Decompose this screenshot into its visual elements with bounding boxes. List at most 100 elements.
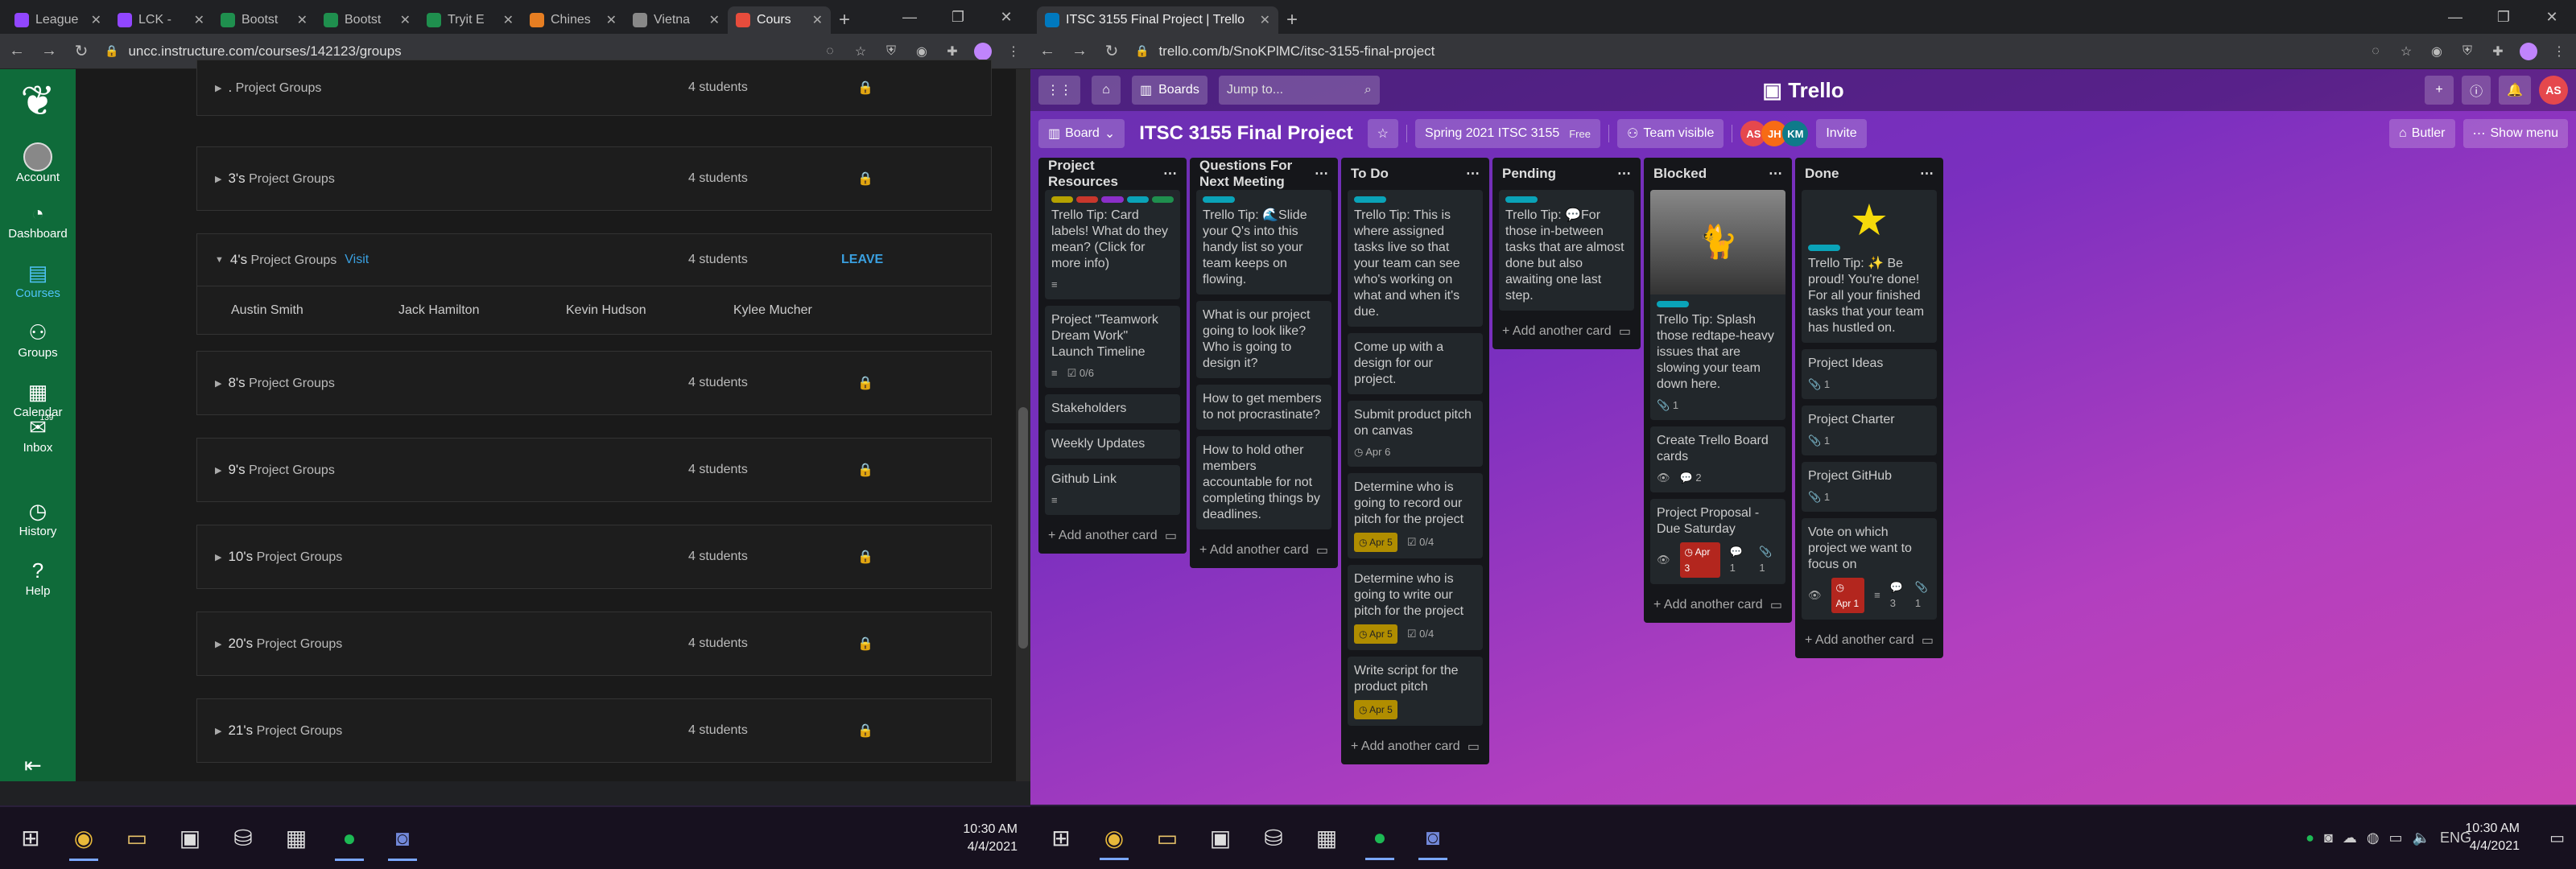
minimize-icon[interactable]: — bbox=[2431, 0, 2479, 34]
spotify-tray-icon[interactable]: ● bbox=[2306, 830, 2314, 846]
card-label[interactable] bbox=[1203, 196, 1235, 203]
new-tab-icon[interactable]: + bbox=[831, 6, 858, 34]
invite-button[interactable]: Invite bbox=[1816, 119, 1867, 148]
board-view-button[interactable]: ▥ Board ⌄ bbox=[1038, 119, 1125, 148]
close-icon[interactable]: ✕ bbox=[297, 12, 308, 28]
scroll-thumb[interactable] bbox=[1018, 407, 1028, 649]
add-card-button[interactable]: + Add another card ▭ bbox=[1802, 626, 1937, 652]
extension-icon[interactable]: ◉ bbox=[913, 43, 931, 60]
card[interactable]: Trello Tip: 💬For those in-between tasks … bbox=[1499, 190, 1634, 311]
card[interactable]: Create Trello Board cards 👁 💬 2 bbox=[1650, 426, 1785, 492]
more-icon[interactable]: ⋯ bbox=[1466, 166, 1480, 182]
caret-right-icon[interactable]: ▶ bbox=[215, 83, 221, 93]
card-label[interactable] bbox=[1505, 196, 1538, 203]
volume-icon[interactable]: 🔈 bbox=[2413, 830, 2430, 846]
card[interactable]: Vote on which project we want to focus o… bbox=[1802, 518, 1937, 620]
collapse-nav-icon[interactable]: ⇤ bbox=[24, 753, 42, 778]
discord-icon[interactable]: ◙ bbox=[1410, 815, 1455, 860]
tab-0[interactable]: League ✕ bbox=[6, 6, 109, 34]
caret-right-icon[interactable]: ▶ bbox=[215, 639, 221, 649]
eye-off-icon[interactable]: ◌ bbox=[821, 43, 839, 60]
close-icon[interactable]: ✕ bbox=[606, 12, 617, 28]
list-title[interactable]: Pending bbox=[1502, 166, 1556, 182]
member-name[interactable]: Austin Smith bbox=[197, 303, 365, 318]
card[interactable]: Determine who is going to write our pitc… bbox=[1348, 565, 1483, 650]
create-icon[interactable]: + bbox=[2425, 76, 2454, 105]
network-icon[interactable]: ⛁ bbox=[1251, 815, 1296, 860]
terminal-icon[interactable]: ▣ bbox=[167, 816, 213, 861]
card[interactable]: Weekly Updates bbox=[1045, 430, 1180, 459]
card[interactable]: Project Ideas 📎 1 bbox=[1802, 349, 1937, 399]
card-label[interactable] bbox=[1657, 301, 1689, 307]
card[interactable]: Project Proposal -Due Saturday 👁 ◷ Apr 3 💬 … bbox=[1650, 499, 1785, 584]
add-card-button[interactable]: + Add another card ▭ bbox=[1045, 521, 1180, 547]
card[interactable]: Project "Teamwork Dream Work" Launch Tim… bbox=[1045, 306, 1180, 388]
template-icon[interactable]: ▭ bbox=[1922, 632, 1934, 649]
profile-avatar[interactable] bbox=[2520, 42, 2537, 60]
group-row[interactable]: ▶ 10's Project Groups 4 students 🔒 bbox=[196, 525, 992, 589]
card[interactable]: Trello Tip: Card labels! What do they me… bbox=[1045, 190, 1180, 299]
caret-right-icon[interactable]: ▶ bbox=[215, 378, 221, 389]
extension-icon[interactable]: ◉ bbox=[2428, 43, 2446, 60]
boards-button[interactable]: ▥ Boards bbox=[1132, 76, 1208, 105]
close-icon[interactable]: ✕ bbox=[1260, 12, 1270, 28]
nav-inbox[interactable]: 139 ✉ Inbox bbox=[0, 414, 76, 488]
spotify-icon[interactable]: ● bbox=[327, 816, 372, 861]
home-icon[interactable]: ⌂ bbox=[1092, 76, 1121, 105]
nav-account[interactable]: Account bbox=[0, 142, 76, 190]
tab-1[interactable]: LCK - ✕ bbox=[109, 6, 213, 34]
restore-icon[interactable]: ❐ bbox=[2479, 0, 2528, 34]
group-row[interactable]: ▶ 3's Project Groups 4 students 🔒 bbox=[196, 146, 992, 211]
steam-icon[interactable]: ◍ bbox=[2367, 830, 2380, 846]
caret-right-icon[interactable]: ▶ bbox=[215, 174, 221, 184]
star-icon[interactable]: ☆ bbox=[852, 43, 869, 60]
card-label[interactable] bbox=[1076, 196, 1099, 203]
nav-courses[interactable]: ▤ Courses bbox=[0, 259, 76, 309]
card-label[interactable] bbox=[1808, 245, 1840, 251]
card[interactable]: Github Link ≡ bbox=[1045, 465, 1180, 515]
more-icon[interactable]: ⋯ bbox=[1769, 166, 1782, 182]
card-label[interactable] bbox=[1354, 196, 1386, 203]
notifications-icon[interactable]: ▭ bbox=[2549, 828, 2565, 848]
calculator-icon[interactable]: ▦ bbox=[274, 816, 319, 861]
member-avatar[interactable]: KM bbox=[1782, 121, 1809, 146]
card[interactable]: Trello Tip: 🌊Slide your Q's into this ha… bbox=[1196, 190, 1331, 294]
calculator-icon[interactable]: ▦ bbox=[1304, 815, 1349, 860]
minimize-icon[interactable]: — bbox=[886, 0, 934, 34]
card[interactable]: Stakeholders bbox=[1045, 394, 1180, 423]
tab-5[interactable]: Chines ✕ bbox=[522, 6, 625, 34]
discord-tray-icon[interactable]: ◙ bbox=[2324, 830, 2333, 846]
card[interactable]: Determine who is going to record our pit… bbox=[1348, 473, 1483, 558]
visit-link[interactable]: Visit bbox=[345, 253, 369, 267]
cloud-icon[interactable]: ☁ bbox=[2343, 830, 2357, 846]
info-icon[interactable]: ⓘ bbox=[2462, 76, 2491, 105]
card[interactable]: ★ Trello Tip: ✨ Be proud! You're done! Fo… bbox=[1802, 190, 1937, 343]
network-tray-icon[interactable]: ▭ bbox=[2389, 830, 2403, 846]
clock[interactable]: 10:30 AM 4/4/2021 bbox=[2465, 820, 2520, 855]
caret-right-icon[interactable]: ▶ bbox=[215, 552, 221, 562]
profile-avatar[interactable] bbox=[974, 42, 992, 60]
tab-7[interactable]: Cours ✕ bbox=[728, 6, 831, 34]
windows-start-icon[interactable]: ⊞ bbox=[1038, 815, 1084, 860]
group-row[interactable]: ▶ 20's Project Groups 4 students 🔒 bbox=[196, 612, 992, 676]
menu-icon[interactable]: ⋮ bbox=[1005, 43, 1022, 60]
caret-right-icon[interactable]: ▶ bbox=[215, 726, 221, 736]
tab-6[interactable]: Vietna ✕ bbox=[625, 6, 728, 34]
url-field[interactable]: 🔒 trello.com/b/SnoKPlMC/itsc-3155-final-… bbox=[1135, 43, 2352, 60]
board-title[interactable]: ITSC 3155 Final Project bbox=[1133, 122, 1359, 145]
new-tab-icon[interactable]: + bbox=[1278, 6, 1306, 34]
spotify-icon[interactable]: ● bbox=[1357, 815, 1402, 860]
group-row[interactable]: ▶ 9's Project Groups 4 students 🔒 bbox=[196, 438, 992, 502]
restore-icon[interactable]: ❐ bbox=[934, 0, 982, 34]
card[interactable]: Write script for the product pitch ◷ Apr … bbox=[1348, 657, 1483, 726]
card[interactable]: Project Charter 📎 1 bbox=[1802, 406, 1937, 455]
chrome-taskbar-icon[interactable]: ◉ bbox=[1092, 815, 1137, 860]
back-icon[interactable]: ← bbox=[1038, 42, 1056, 60]
tab-2[interactable]: Bootst ✕ bbox=[213, 6, 316, 34]
nav-history[interactable]: ◷ History bbox=[0, 497, 76, 547]
show-menu-button[interactable]: ⋯ Show menu bbox=[2462, 119, 2568, 148]
card-label[interactable] bbox=[1126, 196, 1149, 203]
file-explorer-icon[interactable]: ▭ bbox=[114, 816, 159, 861]
user-avatar[interactable]: AS bbox=[2539, 76, 2568, 105]
visibility-button[interactable]: ⚇ Team visible bbox=[1616, 119, 1724, 148]
